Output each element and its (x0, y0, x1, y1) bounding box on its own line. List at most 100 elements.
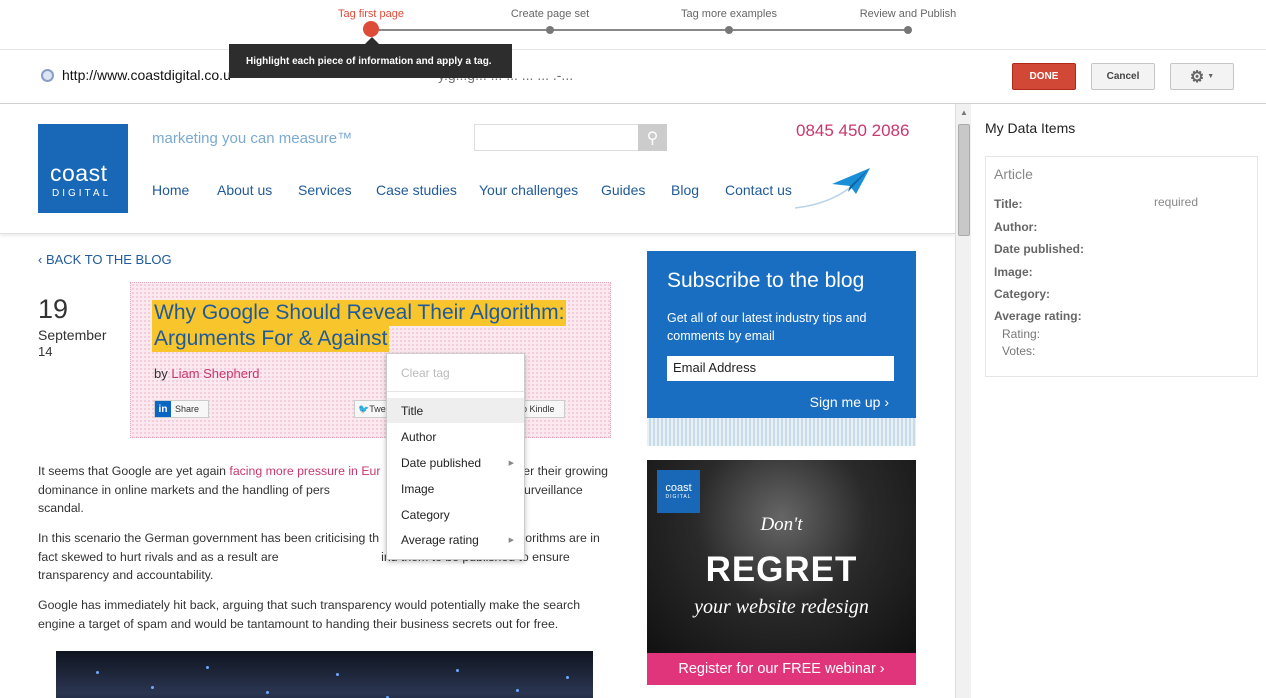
step-review-publish[interactable]: Review and Publish (860, 8, 957, 20)
twitter-icon: 🐦 (358, 403, 370, 414)
tag-context-menu: Clear tag Title Author Date published ▶ I… (386, 353, 525, 560)
subscribe-title: Subscribe to the blog (667, 269, 865, 292)
article-image (56, 651, 593, 698)
field-title[interactable]: Title: (994, 197, 1022, 211)
step-dot[interactable] (546, 26, 554, 34)
menu-item-clear-tag[interactable]: Clear tag (387, 360, 524, 385)
paragraph-1-pre: It seems that Google are yet again (38, 464, 230, 478)
settings-button[interactable]: ⚙ ▼ (1170, 63, 1234, 90)
field-author[interactable]: Author: (994, 220, 1037, 234)
globe-icon (41, 69, 54, 82)
field-average-rating[interactable]: Average rating: (994, 309, 1082, 323)
email-field[interactable]: Email Address (667, 356, 894, 381)
field-image[interactable]: Image: (994, 265, 1033, 279)
subfield-rating[interactable]: Rating: (1002, 327, 1040, 341)
menu-item-average-rating[interactable]: Average rating ▶ (387, 527, 524, 552)
scroll-up-icon[interactable]: ▲ (960, 108, 968, 117)
site-tagline: marketing you can measure™ (152, 130, 353, 147)
byline: by Liam Shepherd (154, 366, 260, 381)
page-url: http://www.coastdigital.co.u (62, 67, 231, 83)
field-category[interactable]: Category: (994, 287, 1050, 301)
logo-text: coast (50, 160, 108, 186)
step-tag-first-page[interactable]: Tag first page (338, 8, 404, 20)
phone-number: 0845 450 2086 (796, 121, 910, 140)
nav-services[interactable]: Services (298, 182, 352, 198)
paragraph-2: In this scenario the German government h… (38, 531, 604, 582)
subscribe-footer-stripe (647, 418, 916, 446)
post-date-day: 19 (38, 294, 69, 324)
ad-regret-text: REGRET (705, 550, 858, 589)
field-date-published[interactable]: Date published: (994, 242, 1084, 256)
step-tag-more-examples[interactable]: Tag more examples (681, 8, 777, 20)
post-title-line2[interactable]: Arguments For & Against (152, 326, 390, 352)
menu-item-image[interactable]: Image (387, 476, 524, 501)
done-button[interactable]: DONE (1012, 63, 1076, 90)
site-logo[interactable]: coast DIGITAL (38, 124, 128, 213)
scroll-thumb[interactable] (958, 124, 970, 236)
post-title-line1[interactable]: Why Google Should Reveal Their Algorithm… (152, 300, 567, 326)
chevron-down-icon: ▼ (1207, 73, 1215, 80)
article-card: Article Title: required Author: Date pub… (985, 156, 1258, 377)
step-create-page-set[interactable]: Create page set (511, 8, 589, 20)
menu-divider (387, 391, 524, 392)
sign-up-button[interactable]: Sign me up › (810, 394, 889, 410)
paper-plane-icon (794, 168, 870, 209)
ad-redesign-text: your website redesign (694, 596, 869, 618)
subfield-votes[interactable]: Votes: (1002, 344, 1035, 358)
site-header: coast DIGITAL marketing you can measure™… (0, 104, 955, 234)
url-toolbar: http://www.coastdigital.co.u y.g...g... … (0, 50, 1266, 104)
menu-item-date-published-label: Date published (401, 455, 482, 470)
ad-logo: coast DIGITAL (657, 470, 700, 513)
nav-blog[interactable]: Blog (671, 182, 699, 198)
site-search-input[interactable] (474, 124, 639, 151)
subscribe-description: Get all of our latest industry tips and … (667, 311, 867, 343)
kindle-share-button[interactable]: o Kindle (518, 400, 565, 418)
wizard-track (371, 29, 908, 31)
chevron-right-icon: ▶ (508, 459, 514, 467)
webinar-register-button[interactable]: Register for our FREE webinar › (647, 653, 916, 685)
nav-your-challenges[interactable]: Your challenges (479, 182, 578, 198)
step-dot-active[interactable] (363, 21, 379, 37)
card-title: Article (994, 166, 1033, 182)
byline-prefix: by (154, 366, 172, 381)
linkedin-share-button[interactable]: in Share (154, 400, 209, 418)
post-date-year: 14 (38, 344, 53, 359)
nav-guides[interactable]: Guides (601, 182, 645, 198)
menu-item-date-published[interactable]: Date published ▶ (387, 450, 524, 475)
linkedin-share-label: Share (175, 404, 200, 414)
instruction-tooltip: Highlight each piece of information and … (229, 37, 512, 78)
logo-subtext: DIGITAL (52, 188, 112, 199)
nav-home[interactable]: Home (152, 182, 189, 198)
paragraph-3: Google has immediately hit back, arguing… (38, 598, 581, 631)
ad-logo-text: coast (665, 482, 692, 494)
ad-logo-subtext: DIGITAL (665, 494, 692, 500)
step-dot[interactable] (725, 26, 733, 34)
step-dot[interactable] (904, 26, 912, 34)
wizard-steps: Tag first page Create page set Tag more … (0, 0, 1266, 50)
linkedin-icon: in (155, 401, 171, 417)
ad-dont-text: Don't (760, 514, 803, 535)
search-button[interactable]: ⚲ (638, 124, 667, 151)
panel-title: My Data Items (985, 120, 1076, 136)
gear-icon: ⚙ (1189, 68, 1205, 86)
page-scrollbar[interactable]: ▲ (955, 104, 971, 698)
required-label: required (1154, 195, 1199, 209)
menu-item-category[interactable]: Category (387, 502, 524, 527)
menu-item-average-rating-label: Average rating (401, 532, 479, 547)
paragraph-1: It seems that Google are yet again facin… (38, 462, 613, 518)
nav-contact-us[interactable]: Contact us (725, 182, 792, 198)
data-items-panel: My Data Items Article Title: required Au… (971, 104, 1266, 698)
back-to-blog-link[interactable]: ‹ BACK TO THE BLOG (38, 252, 172, 267)
search-icon: ⚲ (646, 129, 659, 147)
nav-case-studies[interactable]: Case studies (376, 182, 457, 198)
cancel-button[interactable]: Cancel (1091, 63, 1155, 90)
menu-item-title[interactable]: Title (387, 398, 524, 423)
nav-about-us[interactable]: About us (217, 182, 272, 198)
author-link[interactable]: Liam Shepherd (171, 366, 259, 381)
twitter-share-label: Twe (369, 404, 386, 414)
pressure-link[interactable]: facing more pressure in Eur (229, 464, 380, 478)
webinar-ad[interactable]: coast DIGITAL Don't REGRET your website r… (647, 460, 916, 653)
post-date-month: September (38, 327, 107, 343)
menu-item-author[interactable]: Author (387, 424, 524, 449)
subscribe-box: Subscribe to the blog Get all of our lat… (647, 251, 916, 418)
